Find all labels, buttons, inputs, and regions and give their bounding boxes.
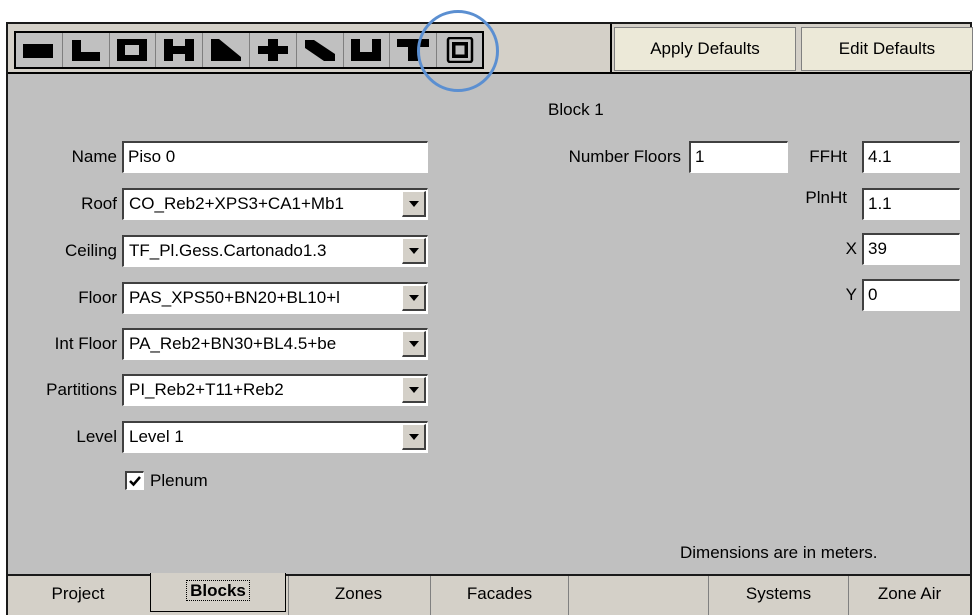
courtyard-block-icon[interactable] (110, 33, 157, 67)
floor-value: PAS_XPS50+BN20+BL10+l (129, 288, 340, 307)
rectangle-block-icon[interactable] (16, 33, 63, 67)
chevron-down-icon[interactable] (402, 377, 426, 403)
ffht-input[interactable]: 4.1 (862, 141, 960, 173)
plenum-label: Plenum (150, 471, 208, 490)
tab-zone-air[interactable]: Zone Air (848, 576, 970, 615)
ceiling-value: TF_Pl.Gess.Cartonado1.3 (129, 241, 327, 260)
y-label: Y (845, 285, 857, 304)
int-floor-label: Int Floor (54, 334, 117, 353)
chamfer-block-icon[interactable] (203, 33, 250, 67)
partitions-label: Partitions (46, 380, 117, 399)
y-input[interactable]: 0 (862, 279, 960, 311)
l-shape-block-icon[interactable] (63, 33, 110, 67)
roof-select[interactable]: CO_Reb2+XPS3+CA1+Mb1 (122, 188, 428, 220)
tab-empty (568, 576, 708, 615)
number-floors-label: Number Floors (568, 147, 681, 166)
chevron-down-icon[interactable] (402, 191, 426, 217)
level-label: Level (76, 427, 117, 446)
ceiling-label: Ceiling (65, 241, 117, 260)
level-select[interactable]: Level 1 (122, 421, 428, 453)
toolbar-separator (610, 24, 612, 74)
tab-project[interactable]: Project (8, 576, 148, 615)
chevron-down-icon[interactable] (402, 285, 426, 311)
apply-defaults-button[interactable]: Apply Defaults (614, 27, 796, 71)
chevron-down-icon[interactable] (402, 424, 426, 450)
h-shape-block-icon[interactable] (156, 33, 204, 67)
floor-label: Floor (78, 288, 117, 307)
angled-block-icon[interactable] (297, 33, 344, 67)
edit-defaults-button[interactable]: Edit Defaults (801, 27, 973, 71)
tab-blocks-label: Blocks (186, 580, 250, 601)
int-floor-value: PA_Reb2+BN30+BL4.5+be (129, 334, 337, 353)
checkmark-icon (129, 476, 141, 487)
block-editor-panel (6, 22, 972, 615)
level-value: Level 1 (129, 427, 184, 446)
tab-facades[interactable]: Facades (430, 576, 568, 615)
chevron-down-icon[interactable] (402, 238, 426, 264)
ceiling-select[interactable]: TF_Pl.Gess.Cartonado1.3 (122, 235, 428, 267)
roof-label: Roof (81, 194, 117, 213)
plnht-label: PlnHt (805, 188, 847, 207)
atrium-block-icon[interactable] (437, 33, 482, 67)
partitions-select[interactable]: PI_Reb2+T11+Reb2 (122, 374, 428, 406)
name-label: Name (71, 147, 117, 166)
chevron-down-icon[interactable] (402, 331, 426, 357)
tab-systems[interactable]: Systems (708, 576, 848, 615)
tab-blocks[interactable]: Blocks (150, 573, 286, 612)
plenum-checkbox[interactable] (125, 471, 144, 490)
tab-zones[interactable]: Zones (288, 576, 428, 615)
block-title: Block 1 (548, 100, 604, 119)
x-label: X (845, 239, 857, 258)
floor-select[interactable]: PAS_XPS50+BN20+BL10+l (122, 282, 428, 314)
ffht-label: FFHt (809, 147, 847, 166)
number-floors-input[interactable]: 1 (689, 141, 788, 173)
partitions-value: PI_Reb2+T11+Reb2 (129, 380, 284, 399)
x-input[interactable]: 39 (862, 233, 960, 265)
units-note: Dimensions are in meters. (680, 543, 878, 562)
roof-value: CO_Reb2+XPS3+CA1+Mb1 (129, 194, 344, 213)
cross-block-icon[interactable] (250, 33, 297, 67)
u-shape-block-icon[interactable] (344, 33, 391, 67)
plnht-input[interactable]: 1.1 (862, 188, 960, 220)
tab-bar: Project Blocks Zones Facades Systems Zon… (8, 573, 970, 615)
toolbar: Apply Defaults Edit Defaults (8, 24, 973, 74)
int-floor-select[interactable]: PA_Reb2+BN30+BL4.5+be (122, 328, 428, 360)
t-shape-block-icon[interactable] (390, 33, 438, 67)
block-shape-palette (14, 31, 484, 69)
name-input[interactable]: Piso 0 (122, 141, 428, 173)
